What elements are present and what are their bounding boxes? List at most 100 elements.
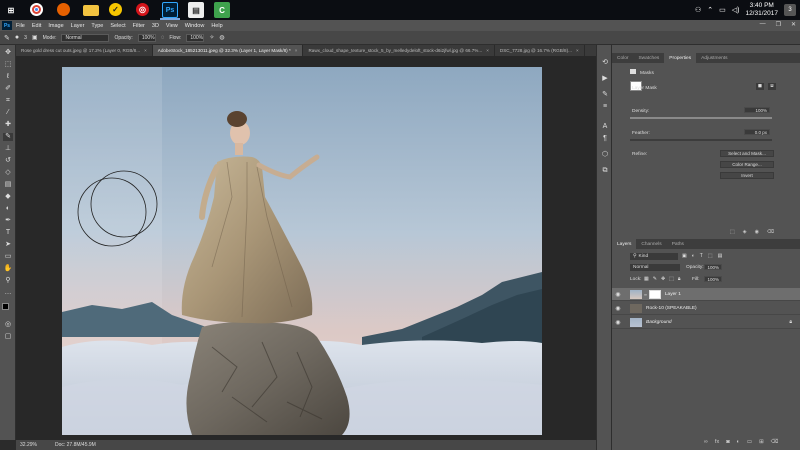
gradient-tool-icon[interactable]: ▤ xyxy=(3,181,13,189)
add-vector-mask-icon[interactable]: ⧈ xyxy=(768,83,776,90)
dodge-tool-icon[interactable]: ◐ xyxy=(3,205,13,213)
restore-icon[interactable]: ❐ xyxy=(776,21,781,28)
lasso-tool-icon[interactable]: ℓ xyxy=(3,73,13,81)
pen-tool-icon[interactable]: ✒ xyxy=(3,217,13,225)
menu-view[interactable]: View xyxy=(166,23,178,29)
3d-icon[interactable]: ⬡ xyxy=(601,151,609,159)
document-canvas[interactable] xyxy=(62,67,542,435)
add-pixel-mask-icon[interactable]: ◼ xyxy=(756,83,764,90)
pixel-mask-icon[interactable] xyxy=(630,69,636,74)
airbrush-icon[interactable]: ✧ xyxy=(209,34,214,41)
hand-tool-icon[interactable]: ✋ xyxy=(3,265,13,273)
new-group-icon[interactable]: ▭ xyxy=(747,439,752,445)
pressure-opacity-icon[interactable]: ◌ xyxy=(161,35,165,41)
document-tab[interactable]: Rose gold dress cut outs.jpeg @ 17.2% (L… xyxy=(16,45,153,56)
lock-artboard-icon[interactable]: ⬚ xyxy=(669,276,674,282)
layer-filter-select[interactable]: ⚲ Kind xyxy=(630,253,678,260)
more-tools-icon[interactable]: … xyxy=(3,289,13,297)
close-icon[interactable]: × xyxy=(486,48,489,53)
lock-all-icon[interactable]: 🔒︎ xyxy=(678,276,681,282)
adjustment-filter-icon[interactable]: ◐ xyxy=(692,253,695,259)
foreground-color-swatch[interactable] xyxy=(2,303,9,310)
layer-opacity-input[interactable]: 100% xyxy=(704,264,722,270)
brush-tool-icon[interactable]: ✎ xyxy=(4,34,10,42)
pixel-filter-icon[interactable]: ▣ xyxy=(682,253,687,259)
menu-edit[interactable]: Edit xyxy=(32,23,41,29)
file-explorer-icon[interactable] xyxy=(83,5,99,16)
type-tool-icon[interactable]: T xyxy=(3,229,13,237)
menu-layer[interactable]: Layer xyxy=(71,23,85,29)
feather-input[interactable]: 0.0 px xyxy=(744,129,770,135)
menu-help[interactable]: Help xyxy=(211,23,222,29)
tab-swatches[interactable]: Swatches xyxy=(633,53,664,63)
fill-input[interactable]: 100% xyxy=(704,276,722,282)
visibility-eye-icon[interactable]: ◉ xyxy=(612,305,624,312)
delete-mask-icon[interactable]: ⌫ xyxy=(767,229,774,235)
zoom-tool-icon[interactable]: ⚲ xyxy=(3,277,13,285)
mode-select[interactable]: Normal xyxy=(61,33,110,42)
path-selection-tool-icon[interactable]: ➤ xyxy=(3,241,13,249)
document-tab[interactable]: Rawx_cloud_shape_texture_stock_5_by_mell… xyxy=(303,45,495,56)
system-clock[interactable]: 3:40 PM 12/31/2017 xyxy=(745,2,778,18)
zoom-level[interactable]: 32.29% xyxy=(20,442,37,448)
opacity-input[interactable]: 100% xyxy=(137,33,156,42)
crop-tool-icon[interactable]: ⌗ xyxy=(3,97,13,105)
layer-mask-thumbnail[interactable] xyxy=(648,289,661,299)
tab-layers[interactable]: Layers xyxy=(612,239,637,249)
eyedropper-tool-icon[interactable]: ⁄ xyxy=(3,109,13,117)
windows-logo-icon[interactable]: ⊞ xyxy=(3,2,19,18)
density-input[interactable]: 100% xyxy=(744,107,770,113)
menu-filter[interactable]: Filter xyxy=(133,23,145,29)
fx-icon[interactable]: fx xyxy=(715,439,719,445)
menu-3d[interactable]: 3D xyxy=(152,23,159,29)
adjust-icon[interactable]: ≡ xyxy=(601,103,609,111)
lock-transparent-icon[interactable]: ▦ xyxy=(644,276,649,282)
firefox-icon[interactable] xyxy=(57,3,70,16)
close-icon[interactable]: ✕ xyxy=(791,21,796,28)
clone-stamp-tool-icon[interactable]: ⊥ xyxy=(3,145,13,153)
brush-preset-icon[interactable]: ● xyxy=(15,34,19,41)
people-icon[interactable]: ⚇ xyxy=(695,6,701,14)
adjustment-layer-icon[interactable]: ◐ xyxy=(737,439,740,445)
tab-channels[interactable]: Channels xyxy=(636,239,666,249)
color-range-button[interactable]: Color Range... xyxy=(720,161,774,168)
invert-button[interactable]: Invert xyxy=(720,172,774,179)
chain-link-icon[interactable]: ∞ xyxy=(644,292,647,297)
smart-object-filter-icon[interactable]: ▤ xyxy=(718,253,723,259)
eraser-tool-icon[interactable]: ◇ xyxy=(3,169,13,177)
properties-icon[interactable]: ⧉ xyxy=(601,167,609,175)
brush-tool-icon[interactable]: ✎ xyxy=(3,133,13,141)
volume-icon[interactable]: ◁) xyxy=(732,6,740,14)
lock-pixels-icon[interactable]: ✎ xyxy=(653,276,657,282)
camtasia-icon[interactable]: C xyxy=(214,2,230,18)
document-tab-active[interactable]: AdobeStock_185213011.jpeg @ 32.3% (Layer… xyxy=(152,45,304,56)
tab-adjustments[interactable]: Adjustments xyxy=(696,53,732,63)
close-icon[interactable]: × xyxy=(144,48,147,53)
menu-file[interactable]: File xyxy=(16,23,25,29)
history-brush-tool-icon[interactable]: ↺ xyxy=(3,157,13,165)
network-icon[interactable]: ▭ xyxy=(719,6,726,14)
menu-window[interactable]: Window xyxy=(185,23,205,29)
marquee-tool-icon[interactable]: ⬚ xyxy=(3,61,13,69)
link-layers-icon[interactable]: ∞ xyxy=(704,439,708,445)
select-and-mask-button[interactable]: Select and Mask... xyxy=(720,150,774,157)
close-icon[interactable]: × xyxy=(295,48,298,53)
pressure-size-icon[interactable]: ◍ xyxy=(219,34,224,41)
blur-tool-icon[interactable]: ◆ xyxy=(3,193,13,201)
layer-row[interactable]: ◉ Rock-10 (SPEAKABLE) xyxy=(612,302,800,315)
tab-properties[interactable]: Properties xyxy=(664,53,697,63)
layer-row[interactable]: ◉ ∞ Layer 1 xyxy=(612,288,800,301)
acrobat-icon[interactable]: ◎ xyxy=(136,3,149,16)
notepad-icon[interactable]: ▤ xyxy=(188,2,204,18)
healing-brush-tool-icon[interactable]: ✚ xyxy=(3,121,13,129)
document-tab[interactable]: DSC_7728.jpg @ 16.7% (RGB/8)... × xyxy=(495,45,585,56)
visibility-eye-icon[interactable]: ◉ xyxy=(612,291,624,298)
toggle-mask-icon[interactable]: ◉ xyxy=(755,229,759,235)
close-icon[interactable]: × xyxy=(576,48,579,53)
history-icon[interactable]: ⟲ xyxy=(601,59,609,67)
add-mask-icon[interactable]: ◙ xyxy=(726,439,729,445)
shape-tool-icon[interactable]: ▭ xyxy=(3,253,13,261)
quick-select-tool-icon[interactable]: ✐ xyxy=(3,85,13,93)
load-selection-icon[interactable]: ⬚ xyxy=(730,229,735,235)
document-size[interactable]: Doc: 27.8M/45.9M xyxy=(55,442,96,448)
